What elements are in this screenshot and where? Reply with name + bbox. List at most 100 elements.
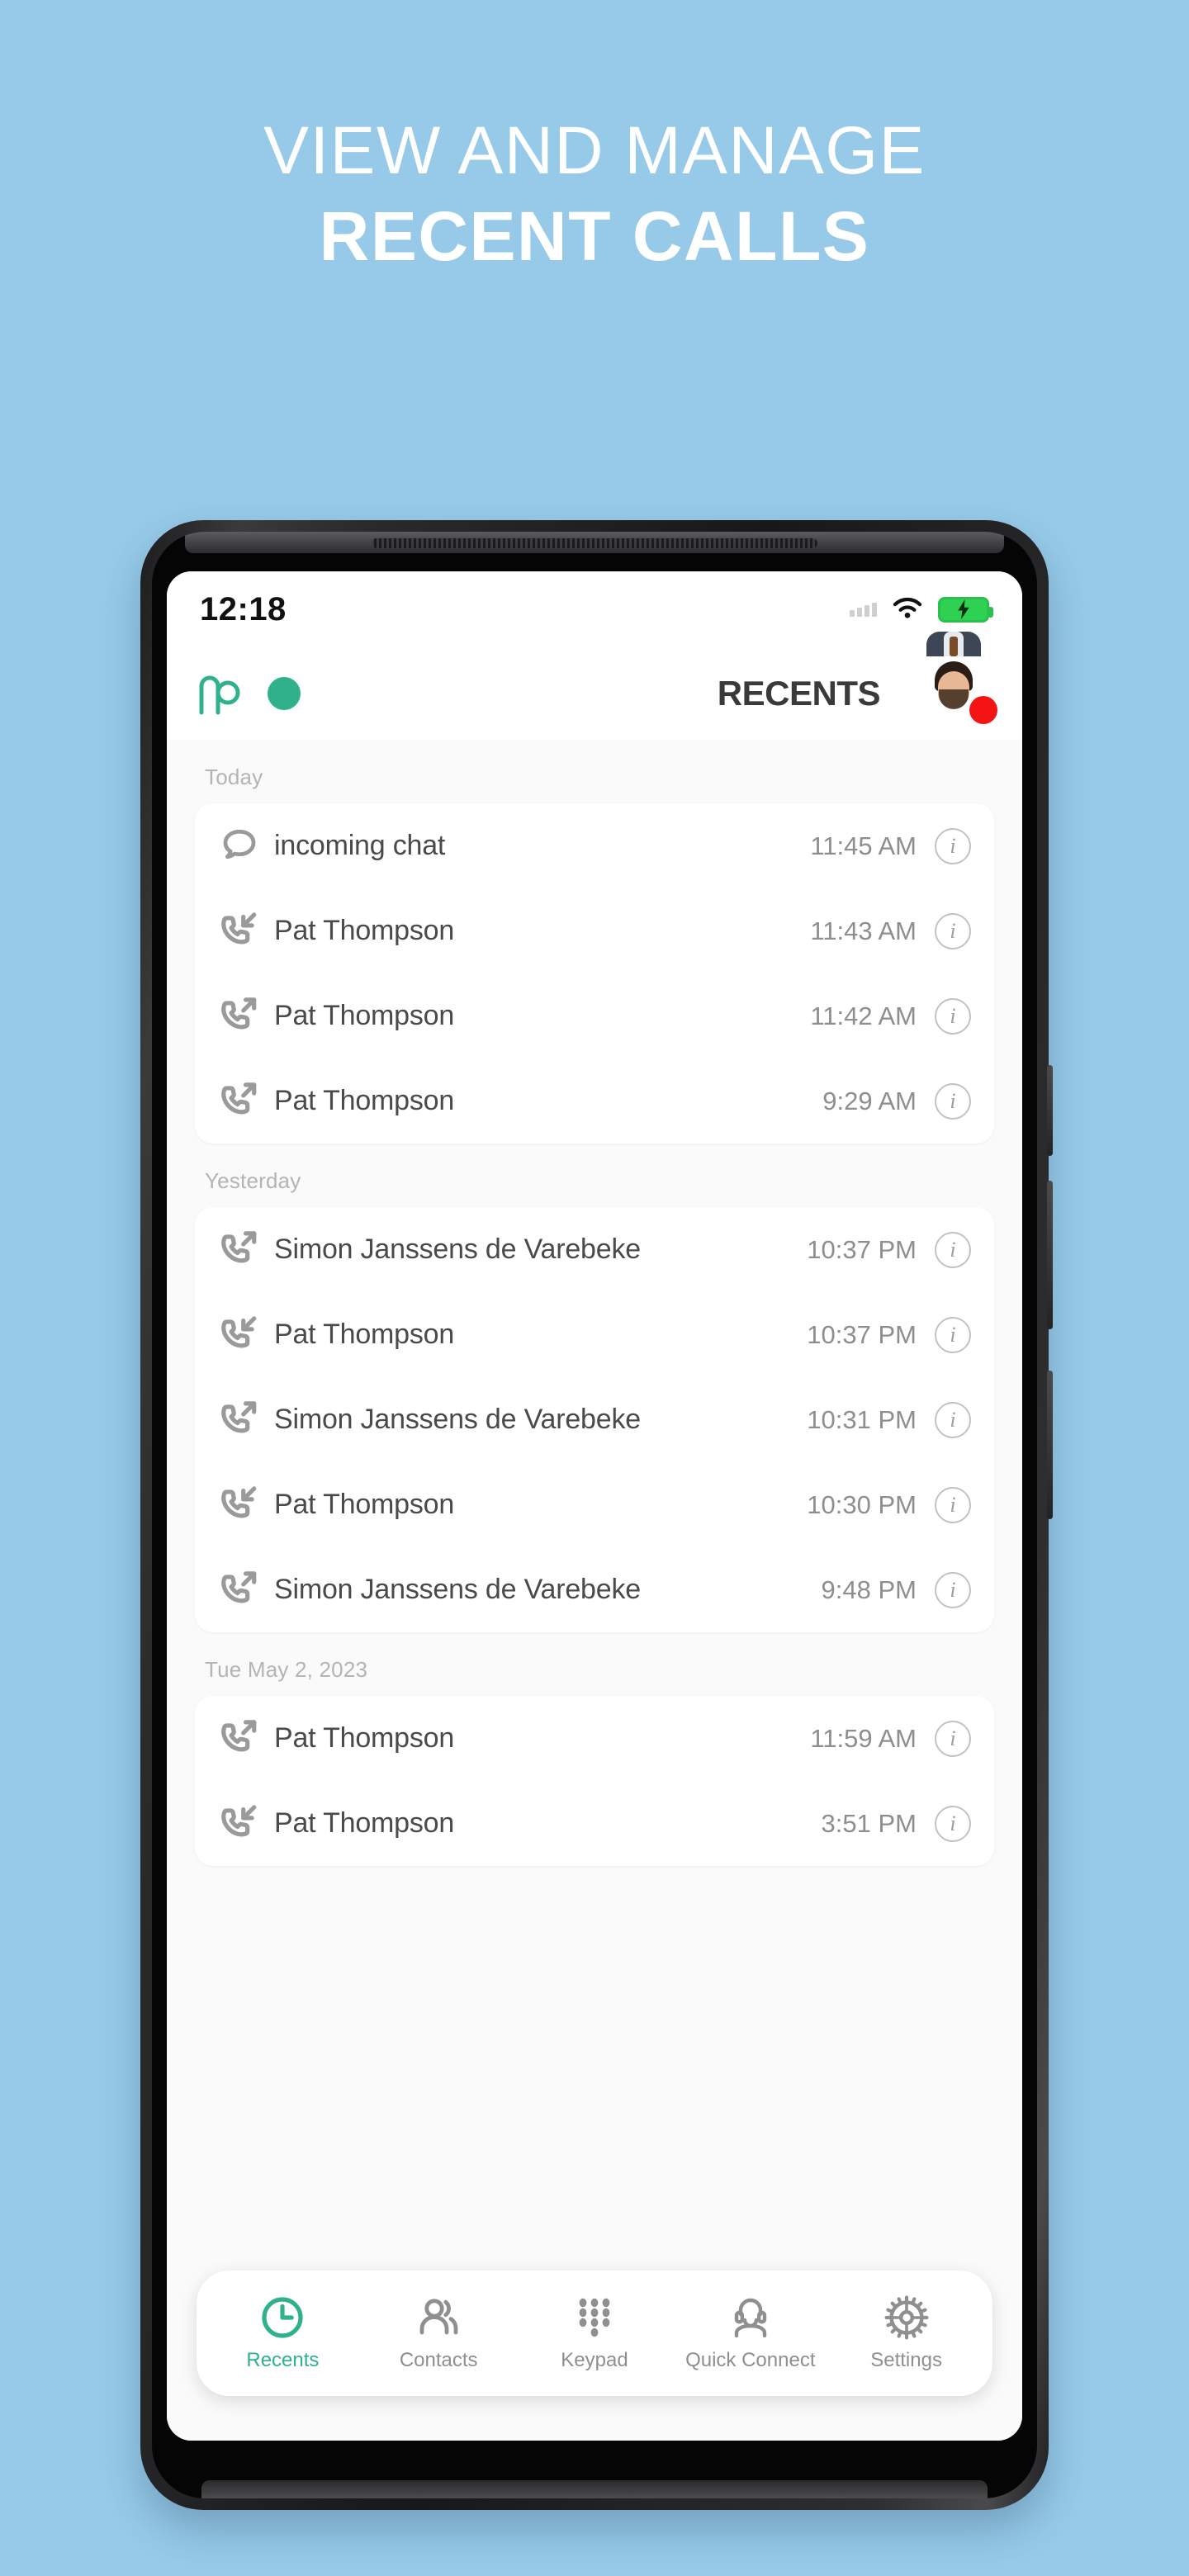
- chat-bubble-icon: [218, 825, 261, 868]
- info-icon[interactable]: i: [935, 912, 971, 949]
- call-log-row[interactable]: Simon Janssens de Varebeke 10:37 PM i: [195, 1207, 994, 1292]
- avatar[interactable]: [917, 632, 997, 731]
- info-icon[interactable]: i: [935, 1316, 971, 1353]
- app-header: RECENTS: [167, 632, 1022, 740]
- section-label: Tue May 2, 2023: [205, 1657, 368, 1682]
- call-log-row[interactable]: Pat Thompson 11:42 AM i: [195, 973, 994, 1058]
- promo-line-2: RECENT CALLS: [319, 197, 870, 276]
- page-title: RECENTS: [717, 674, 881, 713]
- info-icon[interactable]: i: [935, 1720, 971, 1757]
- tab-contacts[interactable]: Contacts: [365, 2294, 513, 2372]
- call-log-time: 11:42 AM: [810, 1001, 917, 1030]
- call-outgoing-icon: [218, 1229, 261, 1271]
- info-icon[interactable]: i: [935, 1571, 971, 1608]
- call-log-time: 10:31 PM: [807, 1404, 917, 1434]
- call-log-row[interactable]: Pat Thompson 11:43 AM i: [195, 888, 994, 973]
- signal-dots-icon: [850, 602, 877, 617]
- call-outgoing-icon: [218, 1717, 261, 1760]
- phone-button-mute[interactable]: [1047, 1065, 1053, 1156]
- status-bar-indicators: [850, 594, 993, 625]
- call-log-name: Pat Thompson: [274, 1085, 455, 1116]
- phone-speaker-grille: [372, 538, 817, 548]
- call-log-row[interactable]: Pat Thompson 3:51 PM i: [195, 1781, 994, 1866]
- call-log-row[interactable]: Pat Thompson 10:37 PM i: [195, 1292, 994, 1377]
- call-outgoing-icon: [218, 995, 261, 1038]
- call-log-time: 11:45 AM: [810, 831, 917, 860]
- call-outgoing-icon: [218, 1399, 261, 1442]
- call-log-time: 11:43 AM: [810, 916, 917, 945]
- call-log-name: Pat Thompson: [274, 1489, 455, 1520]
- call-log-name: Pat Thompson: [274, 1722, 455, 1754]
- call-log-time: 9:48 PM: [821, 1574, 917, 1604]
- tab-keypad[interactable]: Keypad: [520, 2294, 668, 2372]
- info-icon[interactable]: i: [935, 1082, 971, 1120]
- clock-icon: [259, 2294, 306, 2341]
- call-outgoing-icon: [218, 1569, 261, 1612]
- battery-charging-icon: [938, 596, 993, 623]
- call-log-name: Pat Thompson: [274, 915, 455, 946]
- section-card: Pat Thompson 11:59 AM i Pat Thompson 3:51 PM…: [195, 1696, 994, 1866]
- call-log-name: Simon Janssens de Varebeke: [274, 1404, 641, 1435]
- people-icon: [415, 2294, 462, 2341]
- phone-device-frame: 12:18 RECENTS Today incoming chat 11:45 …: [140, 520, 1053, 2510]
- call-log-row[interactable]: incoming chat 11:45 AM i: [195, 803, 994, 888]
- section-card: Simon Janssens de Varebeke 10:37 PM i Pat T…: [195, 1207, 994, 1632]
- call-log-name: incoming chat: [274, 830, 446, 861]
- headset-person-icon: [727, 2294, 774, 2341]
- call-log-time: 11:59 AM: [810, 1723, 917, 1753]
- call-incoming-icon: [218, 1484, 261, 1527]
- call-log-row[interactable]: Simon Janssens de Varebeke 10:31 PM i: [195, 1377, 994, 1462]
- phone-button-volume[interactable]: [1047, 1181, 1053, 1329]
- status-badge-red: [969, 696, 997, 724]
- tab-label: Keypad: [561, 2349, 628, 2371]
- info-icon[interactable]: i: [935, 1805, 971, 1842]
- call-log-row[interactable]: Pat Thompson 9:29 AM i: [195, 1058, 994, 1144]
- call-log-name: Pat Thompson: [274, 1000, 455, 1031]
- call-incoming-icon: [218, 1802, 261, 1845]
- tab-settings[interactable]: Settings: [832, 2294, 980, 2372]
- call-incoming-icon: [218, 1314, 261, 1357]
- keypad-dots-icon: [571, 2294, 618, 2341]
- phone-bezel: 12:18 RECENTS Today incoming chat 11:45 …: [152, 532, 1037, 2498]
- section-card: incoming chat 11:45 AM i Pat Thompson 11:43 …: [195, 803, 994, 1144]
- phone-screen: 12:18 RECENTS Today incoming chat 11:45 …: [167, 571, 1022, 2441]
- bottom-tab-bar[interactable]: Recents Contacts Keypad Quick Connect Settin…: [197, 2271, 992, 2396]
- promo-line-1: VIEW AND MANAGE: [263, 113, 926, 188]
- call-log-time: 10:37 PM: [807, 1234, 917, 1264]
- info-icon[interactable]: i: [935, 827, 971, 864]
- status-bar-clock: 12:18: [200, 590, 287, 627]
- section-label: Today: [205, 765, 263, 789]
- call-incoming-icon: [218, 910, 261, 953]
- call-log-name: Pat Thompson: [274, 1319, 455, 1350]
- call-log-time: 9:29 AM: [822, 1086, 917, 1115]
- presence-dot-icon: [268, 677, 301, 710]
- mc-logo-icon: [198, 671, 249, 716]
- tab-label: Recents: [246, 2349, 320, 2371]
- info-icon[interactable]: i: [935, 1486, 971, 1523]
- call-log-name: Pat Thompson: [274, 1807, 455, 1839]
- wifi-icon: [890, 594, 925, 625]
- tab-label: Quick Connect: [685, 2349, 816, 2371]
- call-log-row[interactable]: Simon Janssens de Varebeke 9:48 PM i: [195, 1547, 994, 1632]
- gear-icon: [883, 2294, 930, 2341]
- call-log-time: 10:37 PM: [807, 1319, 917, 1349]
- info-icon[interactable]: i: [935, 997, 971, 1035]
- info-icon[interactable]: i: [935, 1231, 971, 1268]
- section-label: Yesterday: [205, 1168, 301, 1193]
- call-log-time: 3:51 PM: [821, 1808, 917, 1838]
- tab-label: Settings: [870, 2349, 942, 2371]
- call-log-name: Simon Janssens de Varebeke: [274, 1574, 641, 1605]
- call-log-row[interactable]: Pat Thompson 10:30 PM i: [195, 1462, 994, 1547]
- tab-quick-connect[interactable]: Quick Connect: [676, 2294, 824, 2372]
- promo-headline: VIEW AND MANAGE RECENT CALLS: [0, 113, 1189, 276]
- status-bar: 12:18: [167, 571, 1022, 647]
- phone-bottom-metal: [201, 2480, 988, 2498]
- call-log-name: Simon Janssens de Varebeke: [274, 1234, 641, 1265]
- recents-list[interactable]: Today incoming chat 11:45 AM i Pat Thompson 1…: [167, 740, 1022, 2441]
- phone-button-power[interactable]: [1047, 1371, 1053, 1519]
- tab-recents[interactable]: Recents: [209, 2294, 357, 2372]
- call-log-time: 10:30 PM: [807, 1489, 917, 1519]
- tab-label: Contacts: [399, 2349, 478, 2371]
- call-log-row[interactable]: Pat Thompson 11:59 AM i: [195, 1696, 994, 1781]
- info-icon[interactable]: i: [935, 1401, 971, 1438]
